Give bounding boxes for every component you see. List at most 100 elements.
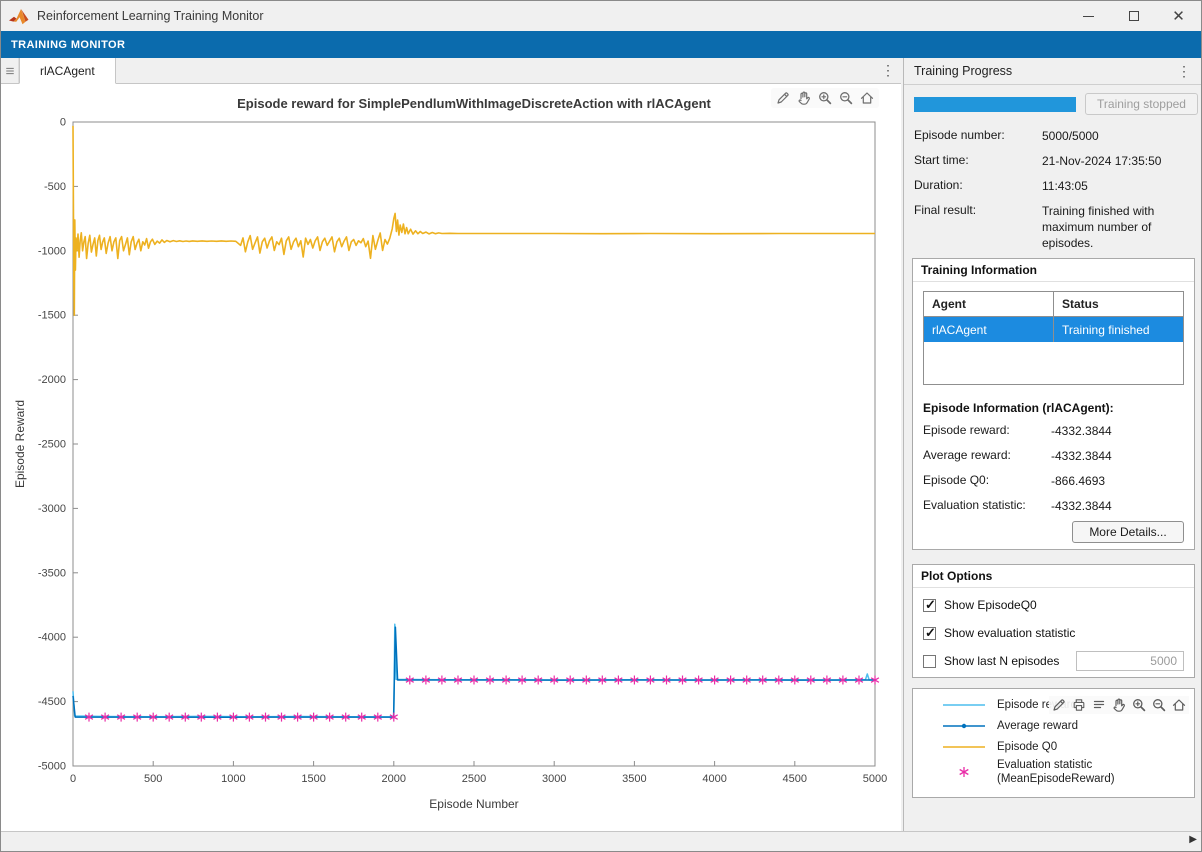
info-label: Start time:: [914, 153, 1042, 167]
home-icon[interactable]: [859, 90, 875, 106]
more-details-button[interactable]: More Details...: [1072, 521, 1184, 543]
svg-text:Episode Number: Episode Number: [429, 797, 518, 811]
legend-item[interactable]: Average reward: [941, 716, 1190, 736]
svg-text:Episode Reward: Episode Reward: [13, 400, 27, 488]
app-window: Reinforcement Learning Training Monitor …: [0, 0, 1202, 852]
checkbox[interactable]: [923, 655, 936, 668]
close-icon: ✕: [1172, 9, 1185, 24]
info-label: Episode number:: [914, 128, 1042, 142]
pan-icon[interactable]: [796, 90, 812, 106]
svg-text:-2500: -2500: [38, 439, 66, 451]
info-row: Duration:11:43:05: [914, 178, 1195, 195]
legend-sample: [941, 765, 987, 779]
table-cell: Training finished: [1053, 317, 1183, 342]
info-label: Episode Q0:: [923, 473, 1051, 487]
training-information-panel: Training Information AgentStatusrlACAgen…: [912, 258, 1195, 550]
plot-option-row: Show EpisodeQ0: [913, 591, 1194, 619]
svg-text:-2000: -2000: [38, 374, 66, 386]
legend-item[interactable]: Episode Q0: [941, 737, 1190, 757]
svg-text:4000: 4000: [702, 773, 726, 785]
home-icon[interactable]: [1171, 697, 1187, 713]
svg-text:Episode reward for SimplePendl: Episode reward for SimplePendlumWithImag…: [237, 96, 711, 111]
plot-options-title: Plot Options: [913, 565, 1194, 588]
line-sample-icon: [941, 698, 987, 712]
checkbox[interactable]: [923, 627, 936, 640]
print-icon[interactable]: [1071, 697, 1087, 713]
info-row: Start time:21-Nov-2024 17:35:50: [914, 153, 1195, 170]
legend-label: Episode Q0: [997, 740, 1057, 754]
svg-text:-500: -500: [44, 181, 66, 193]
info-value: -4332.3844: [1051, 498, 1184, 514]
tab-rlacagent[interactable]: rlACAgent: [19, 58, 116, 84]
maximize-button[interactable]: [1111, 1, 1156, 31]
legend-panel: Episode rewardAverage rewardEpisode Q0Ev…: [912, 688, 1195, 798]
svg-text:-4500: -4500: [38, 696, 66, 708]
dock-options-icon[interactable]: [1, 58, 19, 83]
info-row: Average reward:-4332.3844: [923, 448, 1184, 465]
svg-text:0: 0: [70, 773, 76, 785]
svg-text:3500: 3500: [622, 773, 646, 785]
panel-title: Training Progress: [914, 64, 1012, 78]
export-icon[interactable]: [1091, 697, 1107, 713]
zoom-in-icon[interactable]: [1131, 697, 1147, 713]
training-stopped-button: Training stopped: [1085, 93, 1198, 115]
training-progress-panel: Training Progress ⋮ Training stopped Epi…: [903, 58, 1201, 831]
info-value: -866.4693: [1051, 473, 1184, 489]
checkbox[interactable]: [923, 599, 936, 612]
info-label: Episode reward:: [923, 423, 1051, 437]
bottom-scrollbar[interactable]: ▶: [1, 831, 1201, 851]
brush-icon[interactable]: [1051, 697, 1067, 713]
training-information-title: Training Information: [913, 259, 1194, 282]
checkbox-label: Show EpisodeQ0: [944, 598, 1037, 612]
svg-text:5000: 5000: [863, 773, 887, 785]
plot-area: 0500100015002000250030003500400045005000…: [1, 84, 901, 831]
panel-kebab-icon[interactable]: ⋮: [1177, 63, 1191, 80]
plot-options-rows: Show EpisodeQ0 Show evaluation statisticS…: [913, 591, 1194, 675]
legend-sublabel: (MeanEpisodeReward): [997, 772, 1115, 786]
legend-toolbar: [1049, 696, 1189, 714]
svg-text:0: 0: [60, 117, 66, 129]
minimize-button[interactable]: [1066, 1, 1111, 31]
svg-text:-1500: -1500: [38, 310, 66, 322]
table-header-cell: Status: [1053, 292, 1183, 316]
zoom-out-icon[interactable]: [1151, 697, 1167, 713]
plot-option-row: Show evaluation statistic: [913, 619, 1194, 647]
plot-document-area: rlACAgent ⋮ 0500100015002000250030003500…: [1, 58, 901, 831]
training-progress-bar: [914, 97, 1076, 112]
legend-label: Evaluation statistic(MeanEpisodeReward): [997, 758, 1115, 787]
svg-text:3000: 3000: [542, 773, 566, 785]
scroll-right-icon[interactable]: ▶: [1189, 835, 1197, 845]
zoom-out-icon[interactable]: [838, 90, 854, 106]
svg-text:1000: 1000: [221, 773, 245, 785]
tab-training-monitor[interactable]: TRAINING MONITOR: [11, 39, 125, 51]
line-sample-icon: [941, 740, 987, 754]
table-row[interactable]: rlACAgentTraining finished: [924, 317, 1183, 342]
info-value: 5000/5000: [1042, 128, 1195, 144]
svg-text:-1000: -1000: [38, 245, 66, 257]
info-row: Evaluation statistic:-4332.3844: [923, 498, 1184, 515]
table-cell: rlACAgent: [924, 317, 1053, 342]
last-n-episodes-input: [1076, 651, 1184, 671]
agents-table: AgentStatusrlACAgentTraining finished: [923, 291, 1184, 385]
plot-option-row: Show last N episodes: [913, 647, 1194, 675]
progress-info-rows: Episode number:5000/5000 Start time:21-No…: [914, 128, 1195, 260]
legend-label-line: Episode Q0: [997, 740, 1057, 754]
info-value: -4332.3844: [1051, 448, 1184, 464]
document-kebab-icon[interactable]: ⋮: [875, 58, 901, 83]
svg-text:1500: 1500: [301, 773, 325, 785]
zoom-in-icon[interactable]: [817, 90, 833, 106]
pan-icon[interactable]: [1111, 697, 1127, 713]
episode-information-heading: Episode Information (rlACAgent):: [923, 401, 1114, 415]
window-title: Reinforcement Learning Training Monitor: [37, 9, 264, 23]
info-label: Final result:: [914, 203, 1042, 217]
brush-icon[interactable]: [775, 90, 791, 106]
title-bar: Reinforcement Learning Training Monitor …: [1, 1, 1201, 31]
progress-bar-fill: [914, 97, 1076, 112]
legend-item[interactable]: Evaluation statistic(MeanEpisodeReward): [941, 758, 1190, 787]
info-value: Training finished with maximum number of…: [1042, 203, 1195, 252]
info-value: -4332.3844: [1051, 423, 1184, 439]
svg-text:2000: 2000: [382, 773, 406, 785]
info-row: Episode reward:-4332.3844: [923, 423, 1184, 440]
close-button[interactable]: ✕: [1156, 1, 1201, 31]
legend-sample: [941, 698, 987, 712]
